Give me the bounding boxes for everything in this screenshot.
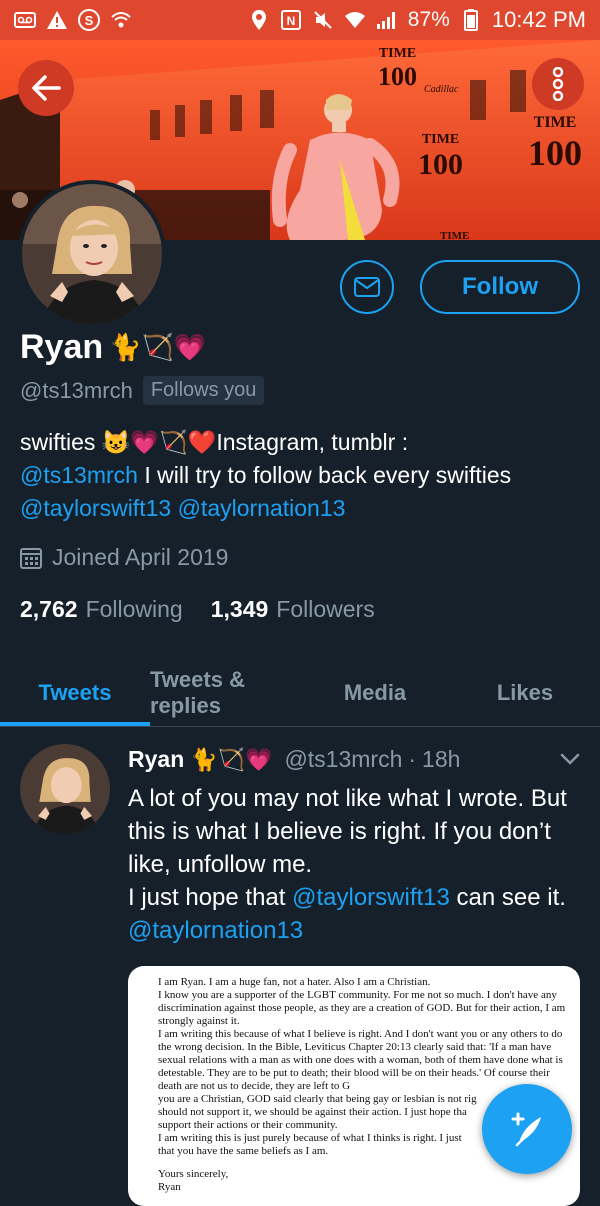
bio-line-3: @taylorswift13 @taylornation13 [20,492,590,525]
bio-suffix: Instagram, tumblr : [216,429,409,455]
voicemail-icon [14,9,36,31]
followers-label: Followers [276,596,375,622]
back-arrow-icon [32,75,61,101]
banner-person-figure [271,94,400,240]
wifi-call-icon [110,9,132,31]
tweet-text-paragraph-1: A lot of you may not like what I wrote. … [128,785,567,878]
compose-tweet-button[interactable] [482,1084,572,1174]
location-icon [248,9,270,31]
status-right-icons: N 87% 10:42 PM [248,7,586,33]
compose-feather-icon [511,1112,541,1147]
tweet-time: 18h [422,746,461,772]
banner-logo-partial: TIME [440,230,469,240]
tweet-mention-taylornation13[interactable]: @taylornation13 [128,917,303,944]
bio-line-2: @ts13mrch I will try to follow back ever… [20,459,590,492]
tab-media[interactable]: Media [300,660,450,726]
followers-count-link[interactable]: 1,349 Followers [211,596,375,623]
following-label: Following [85,596,183,622]
svg-text:S: S [85,13,94,28]
tweet-text-see-it: can see it. [449,884,566,911]
tweet-author-name[interactable]: Ryan [128,746,184,773]
tweet-avatar-photo [20,744,110,834]
tweet-author-avatar[interactable] [20,744,110,834]
tweet-text-paragraph-2: I just hope that @taylorswift13 can see … [128,881,578,947]
tab-tweets-and-replies[interactable]: Tweets & replies [150,660,300,726]
letter-line: Yours sincerely, [158,1168,229,1180]
bio-mention-ts13mrch[interactable]: @ts13mrch [20,462,138,488]
battery-icon [460,9,482,31]
bio-mention-taylornation13[interactable]: @taylornation13 [178,495,346,521]
avatar-photo [22,184,162,324]
profile-handle: @ts13mrch [20,377,133,403]
calendar-icon [20,547,42,569]
joined-date: Joined April 2019 [52,544,229,570]
clock: 10:42 PM [491,7,586,32]
tab-tweets[interactable]: Tweets [0,660,150,726]
banner-logo-time-3: TIME 100 [528,114,582,174]
bio-follow-back-text: I will try to follow back every swifties [137,462,512,488]
nfc-icon: N [280,9,302,31]
follows-you-badge: Follows you [142,376,265,405]
banner-logo-word: TIME [378,46,417,61]
bio-mention-taylorswift13[interactable]: @taylorswift13 [20,495,171,521]
vertical-dots-icon [552,67,564,101]
more-options-button[interactable] [532,58,584,110]
profile-name-row: Ryan 🐈🏹💗 [20,328,206,367]
letter-line: I am Ryan. I am a huge fan, not a hater.… [158,976,431,988]
tweet-separator: · [408,746,417,772]
back-button[interactable] [18,60,74,116]
follow-button[interactable]: Follow [420,260,580,314]
message-button[interactable] [340,260,394,314]
following-count-link[interactable]: 2,762 Following [20,596,183,623]
profile-avatar[interactable] [18,180,166,328]
mute-icon [312,9,334,31]
profile-name: Ryan [20,328,104,366]
s-app-icon: S [78,9,100,31]
chevron-down-icon [560,753,580,765]
profile-name-emojis: 🐈🏹💗 [109,332,207,362]
tweet-author-handle: @ts13mrch [284,746,403,772]
tweet-body: A lot of you may not like what I wrote. … [128,782,578,947]
wifi-icon [344,9,366,31]
tweet-mention-taylorswift13[interactable]: @taylorswift13 [292,884,450,911]
following-count: 2,762 [20,596,78,622]
joined-row: Joined April 2019 [20,544,228,571]
banner-logo-partial-word: TIME [440,230,470,240]
signal-icon [376,9,398,31]
banner-logo-number-3: 100 [528,133,582,173]
svg-text:N: N [286,14,295,28]
tweet-header: Ryan 🐈🏹💗 @ts13mrch · 18h [128,746,460,773]
letter-line: I know you are a supporter of the LGBT c… [158,989,566,1027]
tweet-text-hope: I just hope that [128,884,293,911]
tab-likes[interactable]: Likes [450,660,600,726]
profile-tabs: Tweets Tweets & replies Media Likes [0,660,600,727]
warning-icon [46,9,68,31]
status-bar: S N 87% 10:42 PM [0,0,600,40]
tweet-author-emojis: 🐈🏹💗 [190,746,273,772]
followers-count: 1,349 [210,596,269,622]
bio-line-1: swifties 😺💗🏹❤️Instagram, tumblr : [20,426,590,459]
bio-emojis: 😺💗🏹❤️ [101,429,217,455]
letter-line: Ryan [158,1181,181,1193]
bio-prefix: swifties [20,429,102,455]
banner-logo-word-3: TIME [533,114,577,131]
follow-counts: 2,762 Following 1,349 Followers [20,596,375,623]
tweet-menu-button[interactable] [560,752,580,771]
envelope-icon [354,277,380,297]
profile-bio: swifties 😺💗🏹❤️Instagram, tumblr : @ts13m… [20,426,590,525]
letter-line: I am writing this because of what I beli… [158,1028,563,1092]
battery-percent: 87% [407,8,450,31]
profile-handle-row: @ts13mrch Follows you [20,376,265,405]
status-left-icons: S [14,9,132,31]
